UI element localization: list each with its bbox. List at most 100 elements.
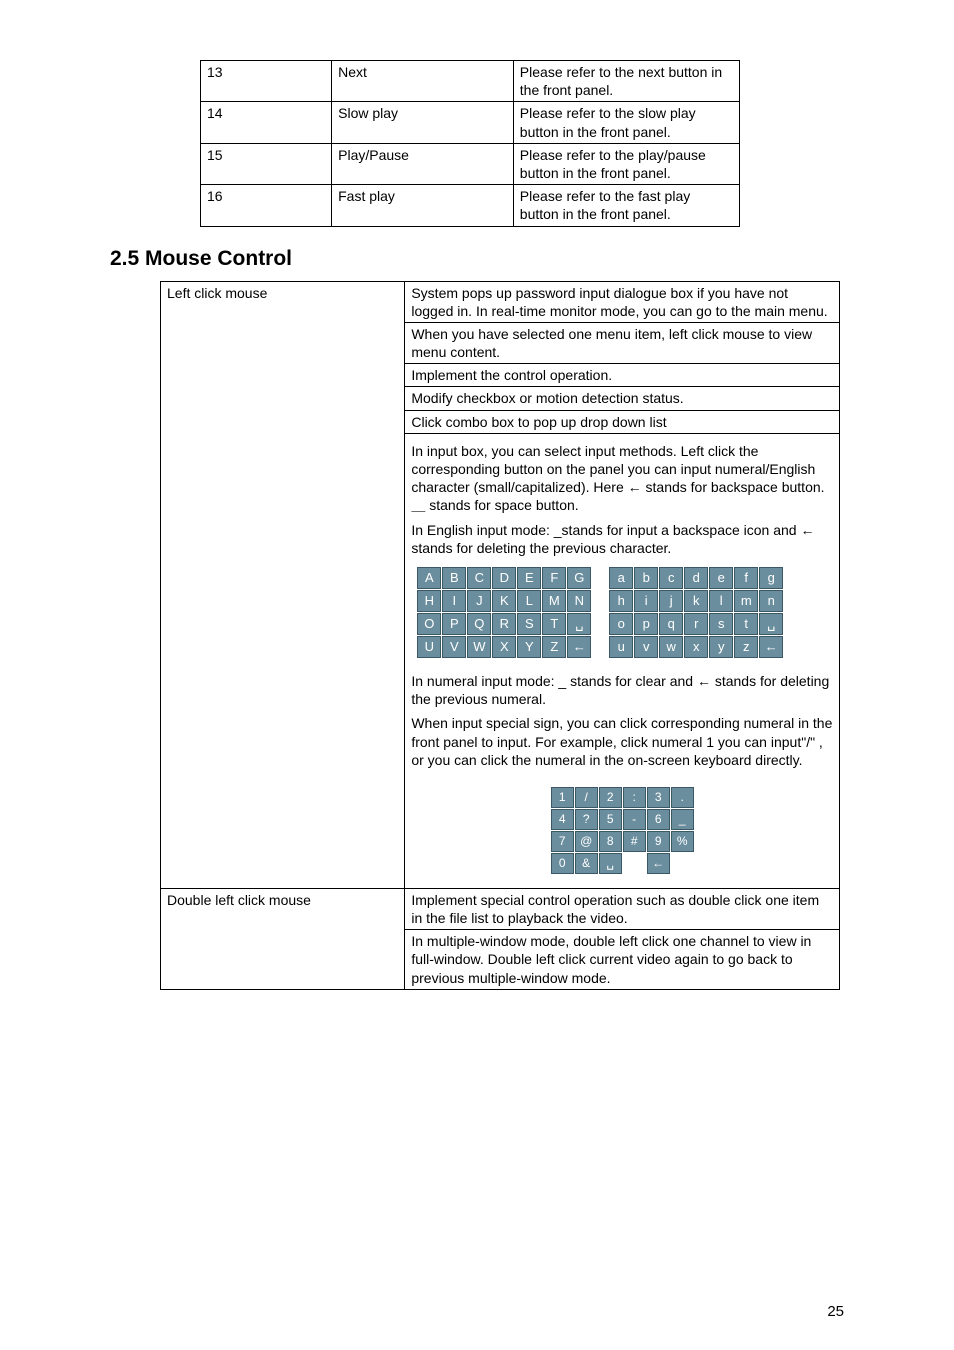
key-␣: ␣: [759, 613, 783, 635]
cell-lc-3: Modify checkbox or motion detection stat…: [405, 387, 840, 410]
key-K: K: [492, 590, 516, 612]
key-J: J: [467, 590, 491, 612]
heading-mouse-control: 2.5 Mouse Control: [110, 247, 844, 271]
key-a: a: [609, 567, 633, 589]
numkey-&: &: [575, 853, 598, 874]
numkey-␣: ␣: [599, 853, 622, 874]
key-V: V: [442, 636, 466, 658]
table-cell: Please refer to the fast play button in …: [513, 185, 739, 226]
table-cell: 14: [201, 102, 332, 143]
numkey-#: #: [623, 831, 646, 852]
numkey-%: %: [671, 831, 694, 852]
page: 13NextPlease refer to the next button in…: [0, 0, 954, 1350]
key-i: i: [634, 590, 658, 612]
keyboard-wrap: ABCDEFGHIJKLMNOPQRST␣UVWXYZ← abcdefghijk…: [411, 563, 833, 662]
table-row: 14Slow playPlease refer to the slow play…: [201, 102, 740, 143]
numkey-0: 0: [551, 853, 574, 874]
key-←: ←: [759, 636, 783, 658]
numkey-?: ?: [575, 809, 598, 830]
cell-lc-input-methods: In input box, you can select input metho…: [405, 433, 840, 888]
table-cell: Please refer to the next button in the f…: [513, 61, 739, 102]
cell-dbl-1: In multiple-window mode, double left cli…: [405, 930, 840, 990]
key-P: P: [442, 613, 466, 635]
table-cell: 15: [201, 143, 332, 184]
page-number: 25: [827, 1303, 844, 1320]
table-row: 15Play/PausePlease refer to the play/pau…: [201, 143, 740, 184]
key-C: C: [467, 567, 491, 589]
key-o: o: [609, 613, 633, 635]
table-cell: Play/Pause: [332, 143, 514, 184]
key-␣: ␣: [567, 613, 591, 635]
key-b: b: [634, 567, 658, 589]
keyboard-lower: abcdefghijklmnopqrst␣uvwxyz←: [609, 567, 783, 658]
numkey-9: 9: [647, 831, 670, 852]
key-c: c: [659, 567, 683, 589]
key-p: p: [634, 613, 658, 635]
remote-table-continued: 13NextPlease refer to the next button in…: [200, 60, 740, 227]
key-O: O: [417, 613, 441, 635]
key-g: g: [759, 567, 783, 589]
table-cell: Please refer to the slow play button in …: [513, 102, 739, 143]
table-cell: Slow play: [332, 102, 514, 143]
numpad: 1/2:3.4?5-6_7@8#9%0&␣←: [551, 787, 694, 874]
key-B: B: [442, 567, 466, 589]
numkey-7: 7: [551, 831, 574, 852]
key-k: k: [684, 590, 708, 612]
key-s: s: [709, 613, 733, 635]
table-row: 13NextPlease refer to the next button in…: [201, 61, 740, 102]
key-w: w: [659, 636, 683, 658]
key-←: ←: [567, 636, 591, 658]
numkey-6: 6: [647, 809, 670, 830]
key-f: f: [734, 567, 758, 589]
key-e: e: [709, 567, 733, 589]
key-G: G: [567, 567, 591, 589]
table-row: 16Fast playPlease refer to the fast play…: [201, 185, 740, 226]
cell-lc-4: Click combo box to pop up drop down list: [405, 410, 840, 433]
key-M: M: [542, 590, 566, 612]
numkey-8: 8: [599, 831, 622, 852]
key-S: S: [517, 613, 541, 635]
numkey-:: :: [623, 787, 646, 808]
key-r: r: [684, 613, 708, 635]
numkey-.: .: [671, 787, 694, 808]
numkey-5: 5: [599, 809, 622, 830]
key-I: I: [442, 590, 466, 612]
table-cell: Please refer to the play/pause button in…: [513, 143, 739, 184]
text-num-intro: In numeral input mode: _ stands for clea…: [411, 672, 833, 708]
key-Z: Z: [542, 636, 566, 658]
key-j: j: [659, 590, 683, 612]
table-cell: Next: [332, 61, 514, 102]
key-q: q: [659, 613, 683, 635]
key-l: l: [709, 590, 733, 612]
mouse-control-table: Left click mouse System pops up password…: [160, 281, 840, 990]
numkey-1: 1: [551, 787, 574, 808]
key-h: h: [609, 590, 633, 612]
cell-left-click-label: Left click mouse: [161, 281, 405, 888]
numkey-2: 2: [599, 787, 622, 808]
numkey-/: /: [575, 787, 598, 808]
numkey-@: @: [575, 831, 598, 852]
numkey-_: _: [671, 809, 694, 830]
numkey-4: 4: [551, 809, 574, 830]
key-N: N: [567, 590, 591, 612]
numkey--: -: [623, 809, 646, 830]
text-input-intro-2: In English input mode: _stands for input…: [411, 521, 833, 557]
key-H: H: [417, 590, 441, 612]
numkey-3: 3: [647, 787, 670, 808]
key-A: A: [417, 567, 441, 589]
keyboard-upper: ABCDEFGHIJKLMNOPQRST␣UVWXYZ←: [417, 567, 591, 658]
key-W: W: [467, 636, 491, 658]
table-cell: Fast play: [332, 185, 514, 226]
key-x: x: [684, 636, 708, 658]
key-D: D: [492, 567, 516, 589]
key-u: u: [609, 636, 633, 658]
text-input-intro-1: In input box, you can select input metho…: [411, 442, 833, 515]
numpad-wrap: 1/2:3.4?5-6_7@8#9%0&␣←: [411, 775, 833, 886]
table-cell: 13: [201, 61, 332, 102]
key-Y: Y: [517, 636, 541, 658]
key-L: L: [517, 590, 541, 612]
key-n: n: [759, 590, 783, 612]
key-U: U: [417, 636, 441, 658]
text-special-intro: When input special sign, you can click c…: [411, 714, 833, 769]
cell-lc-0: System pops up password input dialogue b…: [405, 281, 840, 322]
